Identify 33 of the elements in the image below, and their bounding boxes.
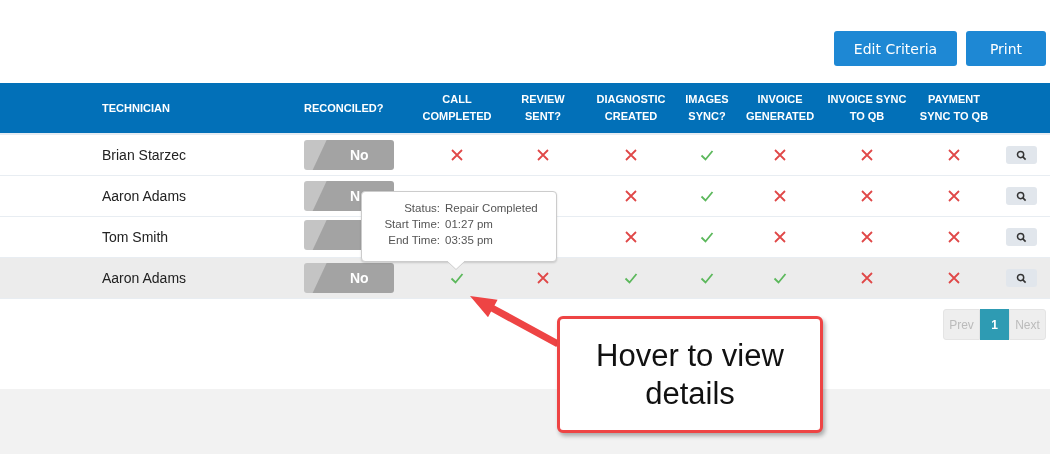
toolbar-button[interactable]: Edit Criteria: [834, 31, 957, 66]
column-header: INVOICE GENERATED: [744, 92, 816, 124]
column-header: IMAGES SYNC?: [684, 92, 730, 124]
column-header: PAYMENT SYNC TO QB: [918, 92, 990, 124]
tooltip-value: Repair Completed: [445, 201, 539, 215]
search-button[interactable]: [1006, 269, 1037, 287]
search-button[interactable]: [1006, 187, 1037, 205]
reconciled-toggle[interactable]: No: [304, 263, 394, 293]
column-header: RECONCILED?: [304, 100, 385, 116]
tooltip-label: Status:: [403, 201, 440, 215]
tooltip-label: End Time:: [387, 233, 440, 247]
search-icon: [1016, 231, 1027, 243]
callout-note: Hover to view details: [557, 316, 823, 433]
tooltip-value: 03:35 pm: [445, 233, 494, 247]
search-button[interactable]: [1006, 228, 1037, 246]
toolbar-button[interactable]: Print: [966, 31, 1046, 66]
search-button[interactable]: [1006, 146, 1037, 164]
search-icon: [1016, 272, 1027, 284]
tooltip-value: 01:27 pm: [445, 217, 494, 231]
tooltip-label: Start Time:: [383, 217, 440, 231]
technician-name: Aaron Adams: [102, 270, 188, 286]
column-header: REVIEW SENT?: [520, 92, 566, 124]
column-header: TECHNICIAN: [102, 100, 171, 116]
column-header: INVOICE SYNC TO QB: [826, 92, 908, 124]
reconciled-toggle[interactable]: No: [304, 140, 394, 170]
search-icon: [1016, 149, 1027, 161]
column-header: CALL COMPLETED: [421, 92, 493, 124]
page-button[interactable]: 1: [980, 309, 1009, 340]
technician-name: Aaron Adams: [102, 188, 188, 204]
column-header: DIAGNOSTIC CREATED: [595, 92, 667, 124]
technician-name: Tom Smith: [102, 229, 170, 245]
search-icon: [1016, 190, 1027, 202]
technician-name: Brian Starzec: [102, 147, 188, 163]
